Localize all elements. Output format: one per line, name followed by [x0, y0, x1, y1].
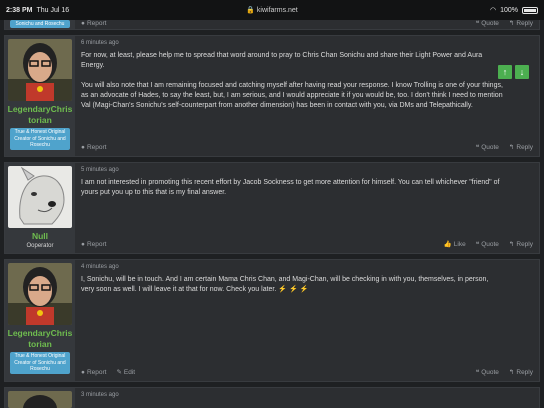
lightning-emoji-icon: ⚡ ⚡ ⚡	[278, 286, 309, 293]
reply-icon: ↰	[508, 369, 515, 376]
reply-button[interactable]: ↰ Reply	[508, 240, 533, 249]
report-icon: ●	[81, 19, 85, 27]
report-button[interactable]: ● Report	[81, 241, 106, 248]
post: Null Ooperator 5 minutes ago I am not in…	[4, 162, 540, 254]
url-text: kiwifarms.net	[256, 7, 298, 14]
post-timestamp[interactable]: 4 minutes ago	[81, 264, 533, 270]
avatar[interactable]	[8, 391, 72, 408]
post-timestamp[interactable]: 5 minutes ago	[81, 167, 533, 173]
username[interactable]: LegendaryChristorian	[7, 328, 73, 350]
user-pane	[5, 388, 75, 408]
partial-post-top: Sonichu and Rosechu ● Report ❝ Quote ↰ R…	[4, 19, 540, 30]
post: 3 minutes ago	[4, 387, 540, 408]
battery-icon	[522, 6, 538, 14]
avatar[interactable]	[8, 166, 72, 228]
username[interactable]: LegendaryChristorian	[7, 104, 73, 126]
report-button[interactable]: ● Report	[81, 144, 106, 151]
edit-button[interactable]: ✎ Edit	[116, 368, 135, 377]
post-timestamp[interactable]: 6 minutes ago	[81, 40, 533, 46]
reply-icon: ↰	[508, 20, 515, 27]
arrow-up-icon[interactable]: ↑	[498, 65, 512, 79]
report-icon: ●	[81, 143, 85, 151]
reply-button[interactable]: ↰ Reply	[508, 19, 533, 28]
post-nav-arrows: ↑ ↓	[498, 65, 529, 79]
post: LegendaryChristorian True & Honest Origi…	[4, 35, 540, 157]
reply-icon: ↰	[508, 241, 515, 248]
pencil-icon: ✎	[116, 369, 122, 376]
lock-icon: 🔒	[246, 7, 255, 14]
report-icon: ●	[81, 240, 85, 248]
quote-button[interactable]: ❝ Quote	[475, 368, 499, 377]
user-title: Ooperator	[26, 243, 54, 249]
arrow-down-icon[interactable]: ↓	[515, 65, 529, 79]
quote-icon: ❝	[475, 241, 480, 248]
report-icon: ●	[81, 368, 85, 376]
report-button[interactable]: ● Report	[81, 369, 106, 376]
post-message: I am not interested in promoting this re…	[81, 178, 533, 198]
post-message: I, Sonichu, will be in touch. And I am c…	[81, 275, 533, 295]
user-banner: Sonichu and Rosechu	[10, 19, 70, 28]
thumbs-up-icon: 👍	[443, 241, 452, 248]
avatar[interactable]	[8, 39, 72, 101]
quote-icon: ❝	[475, 20, 480, 27]
post-message: For now, at least, please help me to spr…	[81, 51, 533, 111]
quote-icon: ❝	[475, 144, 480, 151]
status-bar: 2:38 PM Thu Jul 16 🔒 kiwifarms.net ◠ 100…	[0, 0, 544, 20]
user-banner: True & Honest Original Creator of Sonich…	[10, 128, 70, 150]
quote-icon: ❝	[475, 369, 480, 376]
quote-button[interactable]: ❝ Quote	[475, 143, 499, 152]
quote-button[interactable]: ❝ Quote	[475, 19, 499, 28]
username[interactable]: Null	[7, 231, 73, 242]
like-button[interactable]: 👍 Like	[443, 240, 466, 249]
message-paragraph: I am not interested in promoting this re…	[81, 179, 500, 196]
message-paragraph: You will also note that I am remaining f…	[81, 82, 503, 109]
report-button[interactable]: ● Report	[81, 20, 106, 27]
user-pane: LegendaryChristorian True & Honest Origi…	[5, 36, 75, 156]
user-pane: Null Ooperator	[5, 163, 75, 253]
post: LegendaryChristorian True & Honest Origi…	[4, 259, 540, 382]
message-paragraph: For now, at least, please help me to spr…	[81, 52, 483, 69]
post-timestamp[interactable]: 3 minutes ago	[81, 392, 533, 398]
quote-button[interactable]: ❝ Quote	[475, 240, 499, 249]
avatar[interactable]	[8, 263, 72, 325]
reply-button[interactable]: ↰ Reply	[508, 368, 533, 377]
user-pane: LegendaryChristorian True & Honest Origi…	[5, 260, 75, 381]
address-bar[interactable]: 🔒 kiwifarms.net	[0, 6, 544, 14]
reply-icon: ↰	[508, 144, 515, 151]
reply-button[interactable]: ↰ Reply	[508, 143, 533, 152]
user-banner: True & Honest Original Creator of Sonich…	[10, 352, 70, 374]
